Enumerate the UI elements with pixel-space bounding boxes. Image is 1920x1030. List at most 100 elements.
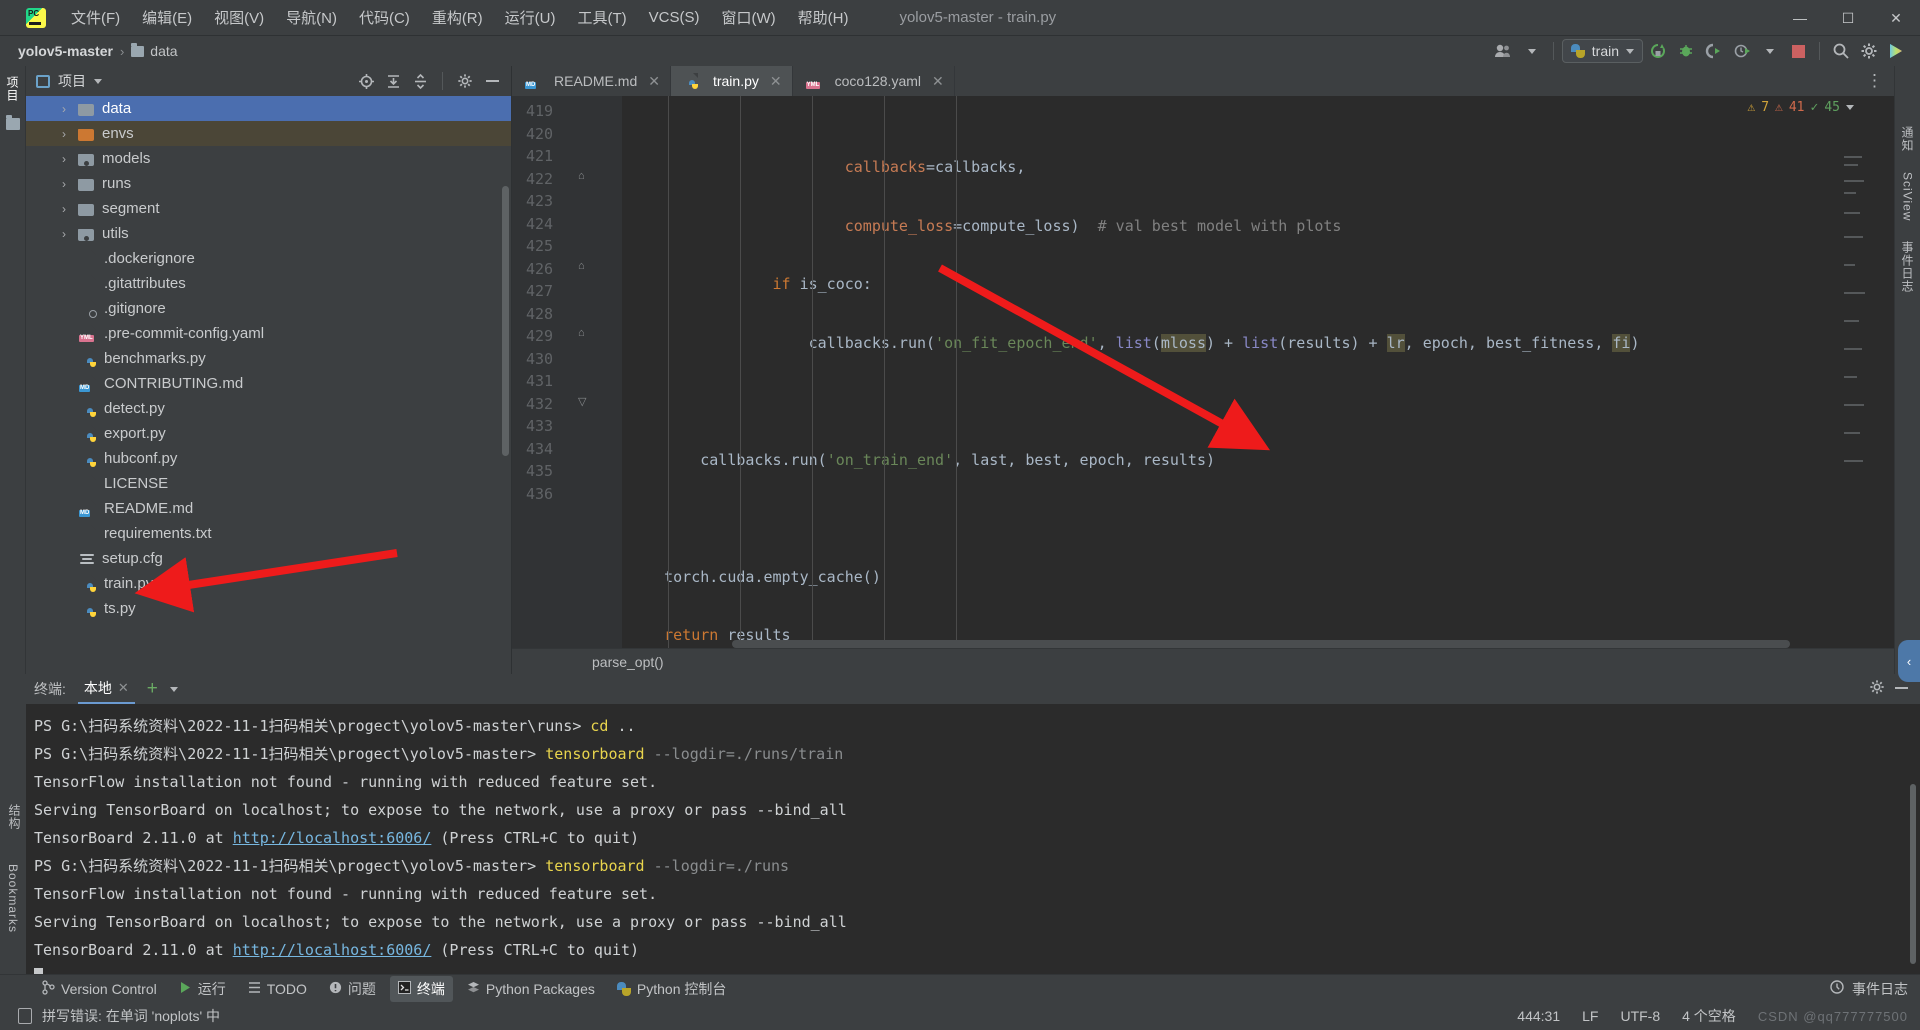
tab-coco128-yaml[interactable]: YML coco128.yaml ✕ xyxy=(793,66,955,96)
editor-minimap[interactable] xyxy=(1842,96,1868,648)
coverage-icon[interactable] xyxy=(1701,39,1727,63)
profile-dropdown-icon[interactable] xyxy=(1757,39,1783,63)
inspection-widget[interactable]: ⚠ 7 ⚠ 41 ✓ 45 xyxy=(1747,100,1854,115)
indent-setting[interactable]: 4 个空格 xyxy=(1682,1006,1736,1026)
menu-view[interactable]: 视图(V) xyxy=(203,3,275,32)
locate-icon[interactable] xyxy=(355,70,377,92)
structure-icon[interactable] xyxy=(5,115,20,130)
tree-item-dockerignore[interactable]: .dockerignore xyxy=(26,246,511,271)
code-editor[interactable]: 419 420 421 422 423 424 425 426 427 428 … xyxy=(512,96,1894,648)
terminal-link[interactable]: http://localhost:6006/ xyxy=(233,941,432,959)
gear-icon[interactable] xyxy=(1856,39,1882,63)
toolwindow-python-packages[interactable]: Python Packages xyxy=(459,978,603,1000)
code-fold-icon[interactable]: ⌂ xyxy=(578,260,585,272)
terminal-output[interactable]: PS G:\扫码系统资料\2022-11-1扫码相关\progect\yolov… xyxy=(0,704,1920,974)
menu-window[interactable]: 窗口(W) xyxy=(710,3,786,32)
terminal-scrollbar[interactable] xyxy=(1910,784,1916,964)
menu-run[interactable]: 运行(U) xyxy=(494,3,567,32)
project-scrollbar[interactable] xyxy=(502,186,509,456)
project-tree[interactable]: › data › envs › models › runs › segment › util… xyxy=(26,96,511,674)
debug-icon[interactable] xyxy=(1673,39,1699,63)
breadcrumb-project[interactable]: yolov5-master xyxy=(18,43,113,59)
tree-item-gitignore[interactable]: .gitignore xyxy=(26,296,511,321)
profile-icon[interactable] xyxy=(1729,39,1755,63)
event-log-button[interactable]: 事件日志 xyxy=(1830,979,1920,999)
terminal-link[interactable]: http://localhost:6006/ xyxy=(233,829,432,847)
tree-item-models[interactable]: › models xyxy=(26,146,511,171)
user-avatar-icon[interactable] xyxy=(1491,39,1517,63)
tree-item-segment[interactable]: › segment xyxy=(26,196,511,221)
gear-icon[interactable] xyxy=(454,70,476,92)
toolwindow-problems[interactable]: 问题 xyxy=(321,976,384,1002)
menu-bar[interactable]: 文件(F) 编辑(E) 视图(V) 导航(N) 代码(C) 重构(R) 运行(U… xyxy=(60,3,859,32)
tree-item-pre-commit-config[interactable]: YML .pre-commit-config.yaml xyxy=(26,321,511,346)
sidebar-item-event-log[interactable]: 事件日志 xyxy=(1899,241,1916,293)
editor-scroll-strip[interactable] xyxy=(1870,96,1894,648)
avatar-dropdown-icon[interactable] xyxy=(1519,39,1545,63)
sidebar-item-notifications[interactable]: 通知 xyxy=(1899,126,1916,152)
menu-navigate[interactable]: 导航(N) xyxy=(275,3,348,32)
menu-vcs[interactable]: VCS(S) xyxy=(638,5,711,30)
new-terminal-button[interactable]: + xyxy=(147,679,158,698)
tree-item-ts-py[interactable]: ts.py xyxy=(26,596,511,621)
tree-item-detect-py[interactable]: detect.py xyxy=(26,396,511,421)
tree-item-gitattributes[interactable]: .gitattributes xyxy=(26,271,511,296)
tree-item-envs[interactable]: › envs xyxy=(26,121,511,146)
file-encoding[interactable]: UTF-8 xyxy=(1620,1008,1660,1024)
menu-edit[interactable]: 编辑(E) xyxy=(131,3,203,32)
tree-item-license[interactable]: LICENSE xyxy=(26,471,511,496)
maximize-button[interactable]: ☐ xyxy=(1824,0,1872,36)
chevron-down-icon[interactable] xyxy=(94,78,102,84)
caret-position[interactable]: 444:31 xyxy=(1517,1008,1560,1024)
close-icon[interactable]: ✕ xyxy=(932,73,944,90)
toolwindow-version-control[interactable]: Version Control xyxy=(34,977,165,1001)
menu-tools[interactable]: 工具(T) xyxy=(566,3,637,32)
collapse-right-panel-button[interactable]: ‹ xyxy=(1898,640,1920,682)
minimize-button[interactable]: — xyxy=(1776,0,1824,36)
line-separator[interactable]: LF xyxy=(1582,1008,1598,1024)
tree-item-setup-cfg[interactable]: setup.cfg xyxy=(26,546,511,571)
tree-item-requirements-txt[interactable]: requirements.txt xyxy=(26,521,511,546)
run-configuration-selector[interactable]: train xyxy=(1561,39,1643,63)
menu-help[interactable]: 帮助(H) xyxy=(787,3,860,32)
code-fold-icon[interactable]: ⌂ xyxy=(578,170,585,182)
toolwindow-terminal[interactable]: 终端 xyxy=(389,975,453,1002)
code-fold-icon[interactable]: ⌂ xyxy=(578,327,585,339)
search-icon[interactable] xyxy=(1828,39,1854,63)
tab-train-py[interactable]: train.py ✕ xyxy=(670,66,793,96)
ai-assistant-icon[interactable] xyxy=(1884,39,1910,63)
tab-readme-md[interactable]: MD README.md ✕ xyxy=(512,66,671,96)
editor-breadcrumb[interactable]: parse_opt() xyxy=(512,648,1894,674)
tree-item-data[interactable]: › data xyxy=(26,96,511,121)
close-icon[interactable]: ✕ xyxy=(770,73,782,90)
tree-item-train-py[interactable]: train.py xyxy=(26,571,511,596)
rerun-icon[interactable] xyxy=(1645,39,1671,63)
code-fold-icon[interactable]: ▽ xyxy=(578,395,586,408)
sidebar-item-sciview[interactable]: SciView xyxy=(1901,172,1915,221)
tree-item-utils[interactable]: › utils xyxy=(26,221,511,246)
stop-icon[interactable] xyxy=(1785,39,1811,63)
menu-refactor[interactable]: 重构(R) xyxy=(421,3,494,32)
tree-item-readme-md[interactable]: MD README.md xyxy=(26,496,511,521)
toolwindow-run[interactable]: 运行 xyxy=(171,976,234,1002)
close-icon[interactable]: ✕ xyxy=(648,73,660,90)
menu-code[interactable]: 代码(C) xyxy=(348,3,421,32)
menu-file[interactable]: 文件(F) xyxy=(60,3,131,32)
sidebar-item-project[interactable]: 项目 xyxy=(4,76,21,102)
toolwindow-todo[interactable]: TODO xyxy=(240,978,315,1000)
close-button[interactable]: ✕ xyxy=(1872,0,1920,36)
minimize-icon[interactable] xyxy=(481,70,503,92)
gear-icon[interactable] xyxy=(1869,679,1885,700)
chevron-down-icon[interactable] xyxy=(1846,105,1854,110)
code-content[interactable]: callbacks=callbacks, compute_loss=comput… xyxy=(622,96,1870,648)
tree-item-hubconf-py[interactable]: hubconf.py xyxy=(26,446,511,471)
expand-all-icon[interactable] xyxy=(382,70,404,92)
tree-item-runs[interactable]: › runs xyxy=(26,171,511,196)
tree-item-benchmarks-py[interactable]: benchmarks.py xyxy=(26,346,511,371)
toolwindow-python-console[interactable]: Python 控制台 xyxy=(609,976,734,1002)
terminal-tab-local[interactable]: 本地 ✕ xyxy=(77,674,135,704)
minimize-icon[interactable] xyxy=(1895,680,1908,698)
editor-horizontal-scrollbar[interactable] xyxy=(732,640,1790,648)
breadcrumb-folder[interactable]: data xyxy=(150,43,177,59)
collapse-all-icon[interactable] xyxy=(409,70,431,92)
